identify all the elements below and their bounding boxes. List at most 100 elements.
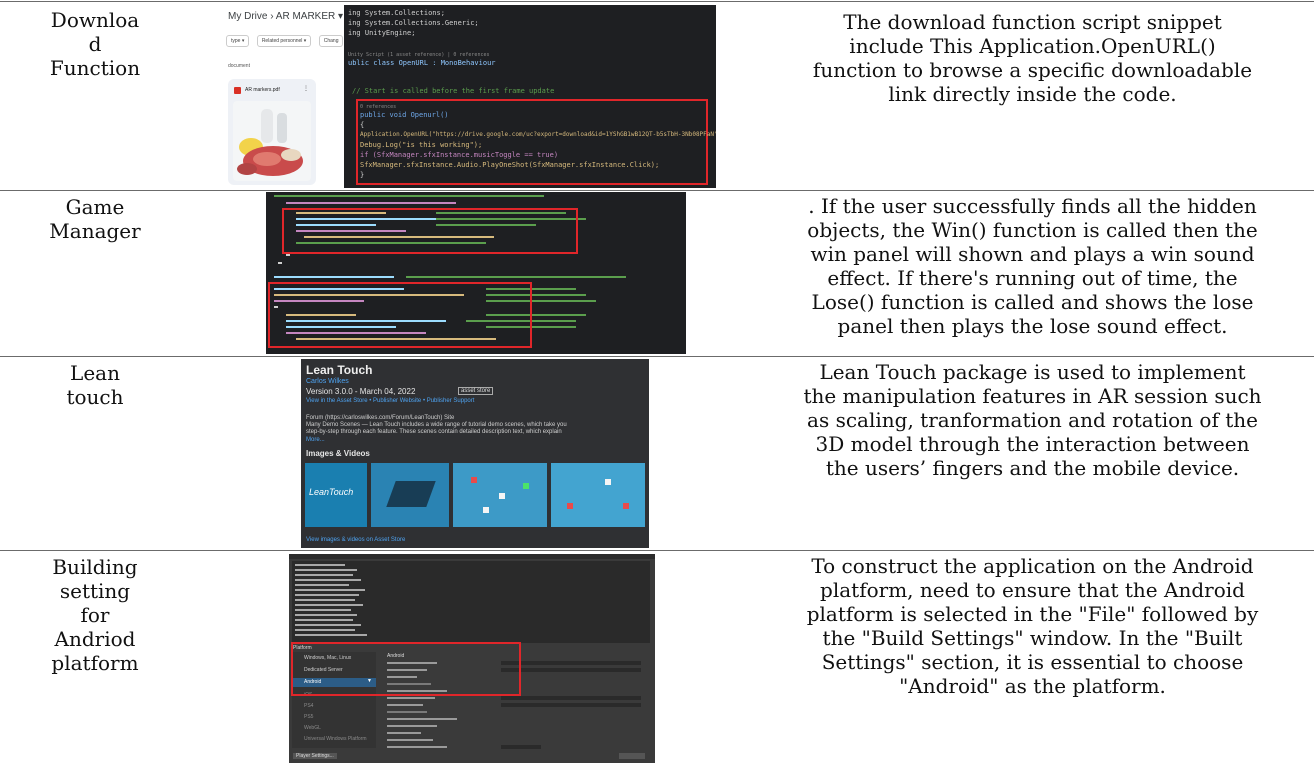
- label-line: Building: [52, 555, 138, 579]
- description-line: To construct the application on the Andr…: [811, 554, 1254, 578]
- platform-item[interactable]: Universal Windows Platform: [304, 736, 367, 742]
- platform-item[interactable]: PS4: [304, 703, 313, 709]
- filter-chip-change[interactable]: Chang: [318, 35, 344, 47]
- file-name: AR markers.pdf: [245, 87, 280, 93]
- file-card[interactable]: AR markers.pdf ⋮: [228, 79, 316, 185]
- description-line: Lose() function is called and shows the …: [811, 290, 1254, 314]
- description-line: The download function script snippet: [843, 10, 1222, 34]
- scenes-in-build-list: [292, 561, 650, 643]
- description-line: Lean Touch package is used to implement: [819, 360, 1246, 384]
- pdf-icon: [234, 87, 241, 94]
- download-function-screenshot: My Drive › AR MARKER ▾ type ▾ Related pe…: [222, 5, 716, 188]
- code-line: Debug.Log("is this working");: [360, 141, 483, 149]
- description-line: platform, need to ensure that the Androi…: [820, 578, 1245, 602]
- label-line: Andriod: [54, 627, 136, 651]
- feature-label: Building setting for Andriod platform: [0, 555, 190, 675]
- label-line: Manager: [49, 219, 141, 243]
- feature-description: Lean Touch package is used to implement …: [755, 360, 1310, 480]
- description-line: Settings" section, it is essential to ch…: [821, 650, 1244, 674]
- code-line: Unity Script (1 asset reference) | 0 ref…: [348, 52, 490, 58]
- highlight-box-win: [282, 208, 578, 254]
- label-line: platform: [51, 651, 139, 675]
- description-line: "Android" as the platform.: [899, 674, 1166, 698]
- label-line: d: [88, 32, 102, 56]
- feature-description: . If the user successfully finds all the…: [755, 194, 1310, 338]
- description-line: objects, the Win() function is called th…: [807, 218, 1258, 242]
- highlight-box-platform: [291, 642, 521, 696]
- label-line: Lean: [70, 361, 120, 385]
- asset-store-badge: asset store: [458, 387, 494, 395]
- description-line: the users’ fingers and the mobile device…: [825, 456, 1240, 480]
- description-line: as scaling, tranformation and rotation o…: [807, 408, 1258, 432]
- label-line: touch: [66, 385, 124, 409]
- asset-title: Lean Touch: [306, 363, 373, 377]
- asset-blurb-line: step-by-step through each feature. These…: [306, 429, 562, 435]
- food-image: [237, 109, 303, 176]
- table-row-lean-touch: Lean touch Lean Touch Carlos Wilkes Vers…: [0, 357, 1314, 550]
- label-line: for: [80, 603, 110, 627]
- asset-more-link[interactable]: More...: [306, 437, 325, 443]
- description-line: 3D model through the interaction between: [815, 432, 1250, 456]
- lean-touch-asset-screenshot: Lean Touch Carlos Wilkes Version 3.0.0 -…: [301, 359, 649, 548]
- code-line: // Start is called before the first fram…: [352, 87, 555, 95]
- code-line: {: [360, 121, 365, 129]
- description-line: win panel will shown and plays a win sou…: [810, 242, 1255, 266]
- media-strip: LeanTouch: [305, 463, 645, 531]
- media-thumb[interactable]: [453, 463, 547, 527]
- feature-description: The download function script snippet inc…: [755, 10, 1310, 106]
- description-line: platform is selected in the "File" follo…: [806, 602, 1259, 626]
- description-line: link directly inside the code.: [888, 82, 1177, 106]
- code-line: public void Openurl(): [360, 111, 449, 119]
- code-line: SfxManager.sfxInstance.Audio.PlayOneShot…: [360, 161, 660, 169]
- platform-item[interactable]: WebGL: [304, 725, 321, 731]
- code-line: ublic class OpenURL : MonoBehaviour: [348, 59, 496, 67]
- filter-chip-type[interactable]: type ▾: [226, 35, 250, 47]
- lean-touch-logo: LeanTouch: [309, 487, 354, 497]
- highlight-box-lose: [268, 282, 532, 348]
- player-settings-button[interactable]: Player Settings...: [293, 753, 337, 759]
- description-line: function to browse a specific downloadab…: [812, 58, 1253, 82]
- media-thumb-logo[interactable]: LeanTouch: [305, 463, 367, 527]
- file-thumbnail: [233, 101, 311, 181]
- drive-pane: My Drive › AR MARKER ▾ type ▾ Related pe…: [222, 5, 344, 188]
- feature-table: Downloa d Function My Drive › AR MARKER …: [0, 0, 1314, 769]
- label-line: Game: [65, 195, 125, 219]
- images-heading: Images & Videos: [306, 449, 370, 458]
- asset-blurb-line: Many Demo Scenes — Lean Touch includes a…: [306, 422, 567, 428]
- more-icon[interactable]: ⋮: [303, 85, 309, 92]
- label-line: Function: [49, 56, 141, 80]
- build-settings-screenshot: Platform Windows, Mac, Linux Dedicated S…: [289, 554, 655, 763]
- media-thumb[interactable]: [551, 463, 645, 527]
- code-line: ing System.Collections.Generic;: [348, 19, 479, 27]
- description-line: the manipulation features in AR session …: [803, 384, 1262, 408]
- code-line: 0 references: [360, 104, 397, 110]
- asset-author[interactable]: Carlos Wilkes: [306, 378, 349, 385]
- code-line: ing System.Collections;: [348, 9, 445, 17]
- description-line: the "Build Settings" window. In the "Bui…: [822, 626, 1243, 650]
- feature-label: Lean touch: [0, 361, 190, 409]
- label-line: setting: [59, 579, 131, 603]
- asset-forum: Forum (https://carloswilkes.com/Forum/Le…: [306, 415, 455, 421]
- description-line: effect. If there's running out of time, …: [827, 266, 1238, 290]
- media-thumb[interactable]: [371, 463, 449, 527]
- filter-chip-people[interactable]: Related personnel ▾: [256, 35, 312, 47]
- feature-description: To construct the application on the Andr…: [755, 554, 1310, 698]
- table-row-game-manager: Game Manager . If the user successfully …: [0, 191, 1314, 356]
- table-row-build-settings: Building setting for Andriod platform Pl…: [0, 551, 1314, 769]
- description-line: panel then plays the lose sound effect.: [837, 314, 1228, 338]
- feature-label: Downloa d Function: [0, 8, 190, 80]
- build-button[interactable]: [619, 753, 645, 759]
- drive-breadcrumb[interactable]: My Drive › AR MARKER ▾: [228, 11, 343, 22]
- game-manager-code-screenshot: [266, 192, 686, 354]
- asset-links[interactable]: View in the Asset Store • Publisher Webs…: [306, 398, 474, 404]
- code-editor: ing System.Collections; ing System.Colle…: [344, 5, 716, 188]
- code-line: Application.OpenURL("https://drive.googl…: [360, 131, 716, 138]
- section-label: document: [228, 63, 250, 69]
- code-line: }: [360, 171, 365, 179]
- description-line: include This Application.OpenURL(): [849, 34, 1216, 58]
- table-row-download-function: Downloa d Function My Drive › AR MARKER …: [0, 2, 1314, 190]
- feature-label: Game Manager: [0, 195, 190, 243]
- scene-list-lines: [295, 564, 367, 636]
- platform-item[interactable]: PS5: [304, 714, 313, 720]
- view-images-link[interactable]: View images & videos on Asset Store: [306, 537, 405, 543]
